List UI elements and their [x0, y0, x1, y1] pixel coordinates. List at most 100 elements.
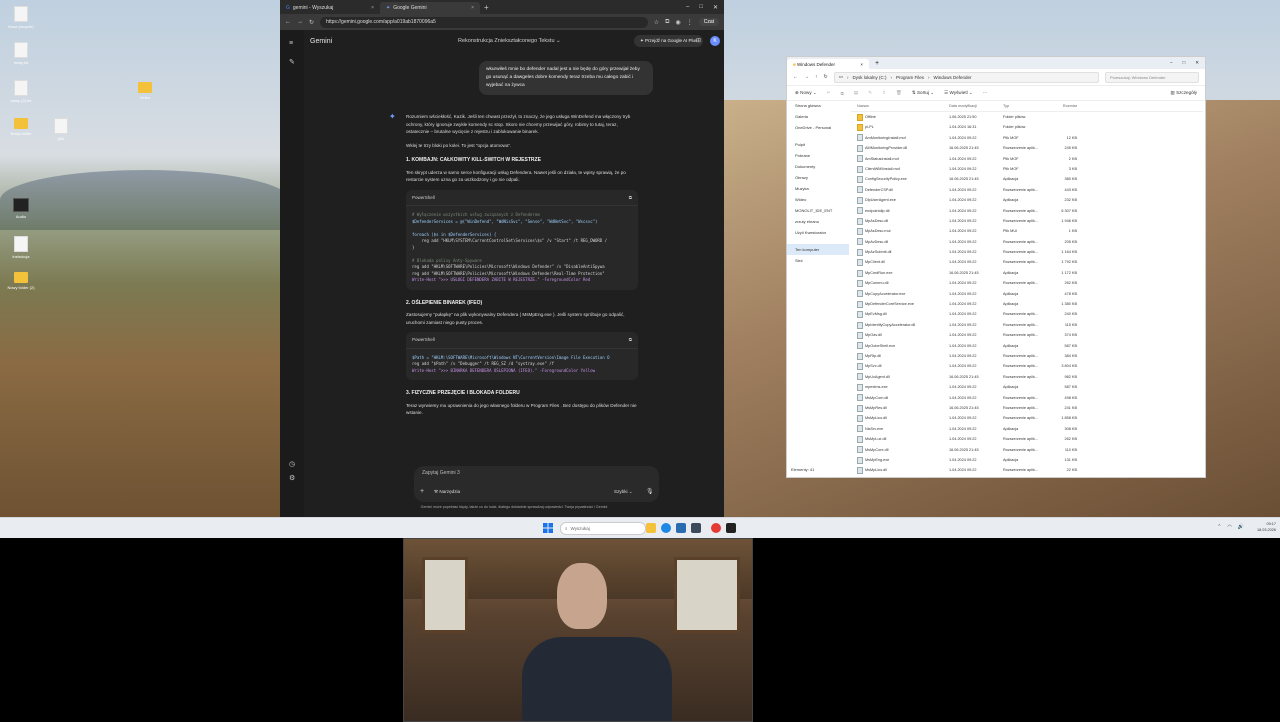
gemini-apps-icon[interactable]: ⊞: [696, 37, 701, 44]
start-button[interactable]: [543, 523, 553, 533]
file-row[interactable]: MpCommu.dll 1.04.2024 09:22 Rozszerzenie a…: [851, 278, 1203, 288]
prompt-input[interactable]: Zapytaj Gemini 3: [422, 470, 460, 476]
file-row[interactable]: MpAvDesc.dll 1.04.2024 09:22 Rozszerzenie …: [851, 237, 1203, 247]
desktop-icon[interactable]: Nowy folder: [6, 118, 36, 136]
search-input[interactable]: Przeszukaj: Windows Defender: [1105, 71, 1199, 83]
sidebar-item[interactable]: Pobrane: [787, 150, 849, 161]
desktop-icon[interactable]: Nowy folder (2): [6, 272, 36, 290]
maximize-icon[interactable]: □: [1183, 60, 1186, 66]
clock[interactable]: 09:17 18.03.2026: [1257, 521, 1276, 533]
file-row[interactable]: MpEvMsg.dll 1.04.2024 09:22 Rozszerzenie a…: [851, 309, 1203, 319]
app-taskbar-icon[interactable]: [691, 523, 701, 533]
desktop-icon-video-folder[interactable]: Video: [130, 82, 160, 100]
view-button[interactable]: ☰ Wyświetl ⌄: [944, 90, 973, 96]
edge-taskbar-icon[interactable]: [661, 523, 671, 533]
breadcrumb-item[interactable]: Program Files: [896, 75, 924, 80]
file-row[interactable]: NisSrv.exe 1.04.2024 09:22 Aplikacja 308 KB: [851, 424, 1203, 434]
close-tab-icon[interactable]: ×: [860, 62, 863, 67]
file-row[interactable]: MpAsDesc.dll 1.04.2024 09:22 Rozszerzenie …: [851, 216, 1203, 226]
chevron-up-icon[interactable]: ⌃: [1217, 524, 1221, 530]
delete-icon[interactable]: 🗑: [896, 90, 902, 96]
sidebar-item[interactable]: Ten komputer: [787, 244, 849, 255]
file-row[interactable]: DefenderCSP.dll 1.04.2024 09:22 Rozszerzen…: [851, 185, 1203, 195]
sidebar-item[interactable]: Użyli Kwestorator: [787, 227, 849, 238]
extensions-icon[interactable]: ⧉: [665, 19, 669, 26]
sidebar-item[interactable]: Strona główna: [787, 100, 849, 111]
minimize-icon[interactable]: –: [686, 4, 689, 11]
file-row[interactable]: MpCmdRun.exe 16.06.2025 21:45 Aplikacja 1 1…: [851, 268, 1203, 278]
sidebar-item[interactable]: Galeria: [787, 111, 849, 122]
bookmark-star-icon[interactable]: ☆: [654, 19, 659, 26]
desktop-icon[interactable]: instrukcja: [6, 236, 36, 259]
copy-icon[interactable]: ⧉: [841, 91, 844, 96]
file-row[interactable]: AmMonitoringInstall.mof 1.04.2024 09:22 Pl…: [851, 133, 1203, 143]
forward-icon[interactable]: →: [297, 19, 303, 25]
url-field[interactable]: https://gemini.google.com/app/a019ab1870…: [320, 16, 648, 28]
sidebar-item[interactable]: Muzyka: [787, 183, 849, 194]
column-name[interactable]: Nazwa: [851, 102, 949, 111]
file-row[interactable]: MpSvc.dll 1.04.2024 09:22 Rozszerzenie apl…: [851, 361, 1203, 371]
forward-icon[interactable]: →: [804, 74, 809, 80]
file-row[interactable]: MsMpLics.dll 1.04.2024 09:22 Rozszerzenie …: [851, 465, 1203, 475]
mode-selector[interactable]: Szybki ⌄: [614, 489, 633, 495]
close-icon[interactable]: ✕: [713, 4, 718, 11]
explorer-tab[interactable]: ■ Windows Defender ×: [787, 59, 869, 69]
paste-icon[interactable]: ▤: [854, 90, 858, 96]
menu-kebab-icon[interactable]: ⋮: [687, 19, 693, 26]
details-button[interactable]: ▥ Szczegóły: [1170, 90, 1197, 96]
new-tab-button[interactable]: +: [484, 3, 489, 12]
copy-icon[interactable]: ⧉: [629, 194, 632, 202]
microphone-icon[interactable]: 🎙: [646, 488, 654, 495]
gemini-brand[interactable]: Gemini: [310, 38, 332, 45]
volume-icon[interactable]: 🔊: [1238, 524, 1244, 530]
file-row[interactable]: MpAsDesc.mui 1.04.2024 09:22 Plik MUI 1 KB: [851, 226, 1203, 236]
file-row[interactable]: MpClient.dll 1.04.2024 09:22 Rozszerzenie …: [851, 257, 1203, 267]
file-row[interactable]: MsMpRes.dll 16.06.2025 21:45 Rozszerzenie …: [851, 403, 1203, 413]
tools-button[interactable]: ⚒ Narzędzia: [434, 489, 460, 495]
refresh-icon[interactable]: ↻: [824, 74, 828, 80]
file-row[interactable]: MpUxAgent.dll 16.06.2025 21:45 Rozszerzeni…: [851, 372, 1203, 382]
rename-icon[interactable]: ✎: [868, 90, 872, 96]
breadcrumb-item[interactable]: Windows Defender: [934, 75, 972, 80]
avatar[interactable]: K: [710, 36, 720, 46]
file-row[interactable]: MpAzSubmit.dll 1.04.2024 09:22 Rozszerzeni…: [851, 247, 1203, 257]
file-row[interactable]: MpOav.dll 1.04.2024 09:22 Rozszerzenie apl…: [851, 330, 1203, 340]
explorer-taskbar-icon[interactable]: [646, 523, 656, 533]
file-row[interactable]: MsMpLux.dll 1.04.2024 09:22 Rozszerzenie a…: [851, 434, 1203, 444]
back-icon[interactable]: ←: [793, 74, 798, 80]
tab-google-gemini[interactable]: ✦ Google Gemini ×: [380, 2, 480, 14]
desktop-icon[interactable]: plik: [46, 118, 76, 141]
sidebar-item[interactable]: Pulpit: [787, 139, 849, 150]
file-row[interactable]: MpIdentifyCopyAccelerator.dll 1.04.2024 0…: [851, 320, 1203, 330]
file-row[interactable]: MpRtp.dll 1.04.2024 09:22 Rozszerzenie apl…: [851, 351, 1203, 361]
history-icon[interactable]: ◷: [289, 460, 295, 468]
sidebar-item[interactable]: Sieć: [787, 255, 849, 266]
cut-icon[interactable]: ✂: [827, 90, 831, 96]
file-row[interactable]: endpointdlp.dll 1.04.2024 09:22 Rozszerzen…: [851, 206, 1203, 216]
settings-icon[interactable]: ⚙: [289, 474, 295, 482]
sidebar-item[interactable]: Obrazy: [787, 172, 849, 183]
file-row[interactable]: ConfigSecurityPolicy.exe 16.06.2025 21:45…: [851, 174, 1203, 184]
desktop-icon[interactable]: Kosz (recycle): [6, 6, 36, 29]
close-tab-icon[interactable]: ×: [471, 5, 474, 11]
new-button[interactable]: ⊕ Nowy ⌄: [795, 90, 817, 96]
desktop-icon[interactable]: nowy.txt: [6, 42, 36, 65]
maximize-icon[interactable]: □: [699, 4, 703, 11]
file-row[interactable]: Offline 1.06.2025 21:50 Folder plików: [851, 112, 1203, 122]
breadcrumb-item[interactable]: Dysk lokalny (C:): [852, 75, 886, 80]
add-icon[interactable]: +: [420, 488, 424, 495]
copy-icon[interactable]: ⧉: [629, 336, 632, 344]
file-row[interactable]: DlpUserAgent.exe 1.04.2024 09:22 Aplikacja…: [851, 195, 1203, 205]
file-row[interactable]: MpOobeShell.exe 1.04.2024 09:22 Aplikacja 5…: [851, 341, 1203, 351]
minimize-icon[interactable]: –: [1170, 60, 1173, 66]
file-row[interactable]: MpDefenderCoreService.exe 1.04.2024 09:22…: [851, 299, 1203, 309]
chrome-taskbar-icon[interactable]: [711, 523, 721, 533]
close-tab-icon[interactable]: ×: [371, 5, 374, 11]
chat-button[interactable]: Czat: [698, 18, 719, 26]
taskbar-search[interactable]: ⌕ Wyszukaj: [560, 522, 646, 535]
tab-gemini-search[interactable]: G gemini - Wyszukaj ×: [280, 2, 380, 14]
up-icon[interactable]: ↑: [815, 74, 818, 80]
file-row[interactable]: pl-PL 1.04.2024 16:31 Folder plików: [851, 122, 1203, 132]
sidebar-item[interactable]: zrzuty ekranu: [787, 216, 849, 227]
file-row[interactable]: ClientWMIInstall.mof 1.04.2024 09:22 Plik …: [851, 164, 1203, 174]
